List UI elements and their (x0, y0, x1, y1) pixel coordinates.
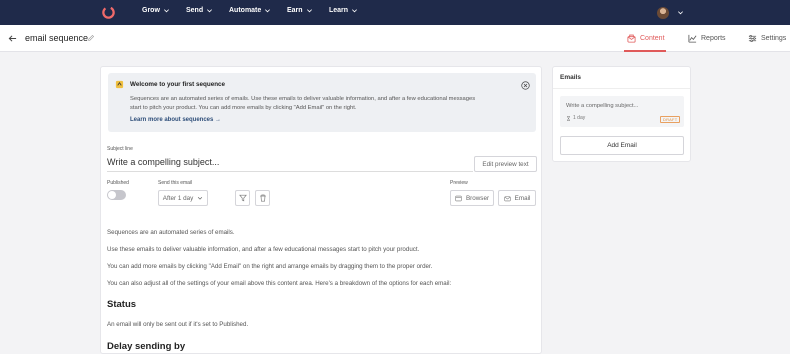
published-label: Published (107, 180, 129, 186)
nav-grow[interactable]: Grow (142, 7, 170, 14)
nav-send[interactable]: Send (186, 7, 213, 14)
content-paragraph[interactable]: You can also adjust all of the settings … (107, 280, 451, 287)
nav-earn[interactable]: Earn (287, 7, 313, 14)
chart-icon (688, 34, 697, 43)
account-chevron-down-icon[interactable] (677, 9, 684, 16)
envelope-icon (627, 34, 636, 43)
edit-preview-text-button[interactable]: Edit preview text (474, 156, 537, 172)
hourglass-icon (567, 115, 570, 121)
filter-button[interactable] (235, 190, 250, 206)
content-paragraph[interactable]: Sequences are an automated series of ema… (107, 229, 235, 236)
content-heading-status[interactable]: Status (107, 299, 136, 310)
tab-reports[interactable]: Reports (688, 34, 726, 43)
content-heading-delay[interactable]: Delay sending by (107, 341, 185, 352)
chevron-down-icon (265, 9, 271, 13)
welcome-text: Sequences are an automated series of ema… (130, 96, 476, 111)
delete-button[interactable] (255, 190, 270, 206)
page-header: email sequence Content Reports Settings (0, 25, 790, 52)
content-paragraph[interactable]: You can add more emails by clicking "Add… (107, 263, 432, 270)
browser-preview-button[interactable]: Browser (450, 190, 494, 206)
edit-pencil-icon[interactable] (87, 34, 95, 42)
learn-more-link[interactable]: Learn more about sequences → (130, 117, 221, 123)
subject-input[interactable]: Write a compelling subject... (107, 157, 219, 167)
emails-sidebar: Emails Write a compelling subject... 1 d… (552, 66, 691, 162)
tab-settings[interactable]: Settings (748, 34, 786, 43)
chevron-down-icon (352, 9, 358, 13)
logo-icon[interactable] (101, 5, 116, 20)
emails-sidebar-title: Emails (560, 74, 581, 81)
subject-underline (107, 171, 473, 172)
filter-icon (238, 194, 247, 202)
chevron-down-icon (207, 9, 213, 13)
chevron-down-icon (198, 196, 203, 200)
page-title: email sequence (25, 33, 89, 43)
delay-select[interactable]: After 1 day (158, 190, 208, 206)
content-paragraph[interactable]: Use these emails to deliver valuable inf… (107, 246, 419, 253)
active-tab-indicator (624, 50, 666, 52)
divider (553, 88, 690, 89)
close-icon[interactable] (521, 81, 530, 90)
browser-icon (455, 195, 462, 201)
tab-content[interactable]: Content (627, 34, 665, 43)
subject-line-label: Subject line (107, 146, 133, 152)
welcome-title: Welcome to your first sequence (130, 81, 226, 88)
draft-badge: DRAFT (660, 116, 681, 123)
sliders-icon (748, 34, 757, 43)
lightbulb-icon (115, 80, 124, 89)
envelope-icon (504, 195, 511, 201)
chevron-down-icon (163, 9, 169, 13)
content-paragraph[interactable]: An email will only be sent out if it's s… (107, 321, 248, 328)
email-preview-button[interactable]: Email (498, 190, 536, 206)
add-email-button[interactable]: Add Email (560, 136, 684, 155)
trash-icon (259, 194, 266, 202)
chevron-down-icon (306, 9, 312, 13)
published-toggle[interactable] (107, 190, 126, 200)
preview-label: Preview (450, 180, 468, 186)
nav-learn[interactable]: Learn (329, 7, 358, 14)
welcome-banner: Welcome to your first sequence Sequences… (108, 73, 536, 132)
email-editor-panel: Welcome to your first sequence Sequences… (100, 66, 542, 354)
nav-automate[interactable]: Automate (229, 7, 271, 14)
back-arrow-icon[interactable] (8, 34, 17, 43)
email-card-delay: 1 day (566, 115, 585, 121)
avatar[interactable] (657, 7, 669, 19)
email-list-item[interactable]: Write a compelling subject... 1 day DRAF… (560, 96, 684, 127)
email-card-subject: Write a compelling subject... (566, 103, 639, 109)
send-this-email-label: Send this email (158, 180, 193, 186)
top-navigation: Grow Send Automate Earn Learn (0, 0, 790, 25)
